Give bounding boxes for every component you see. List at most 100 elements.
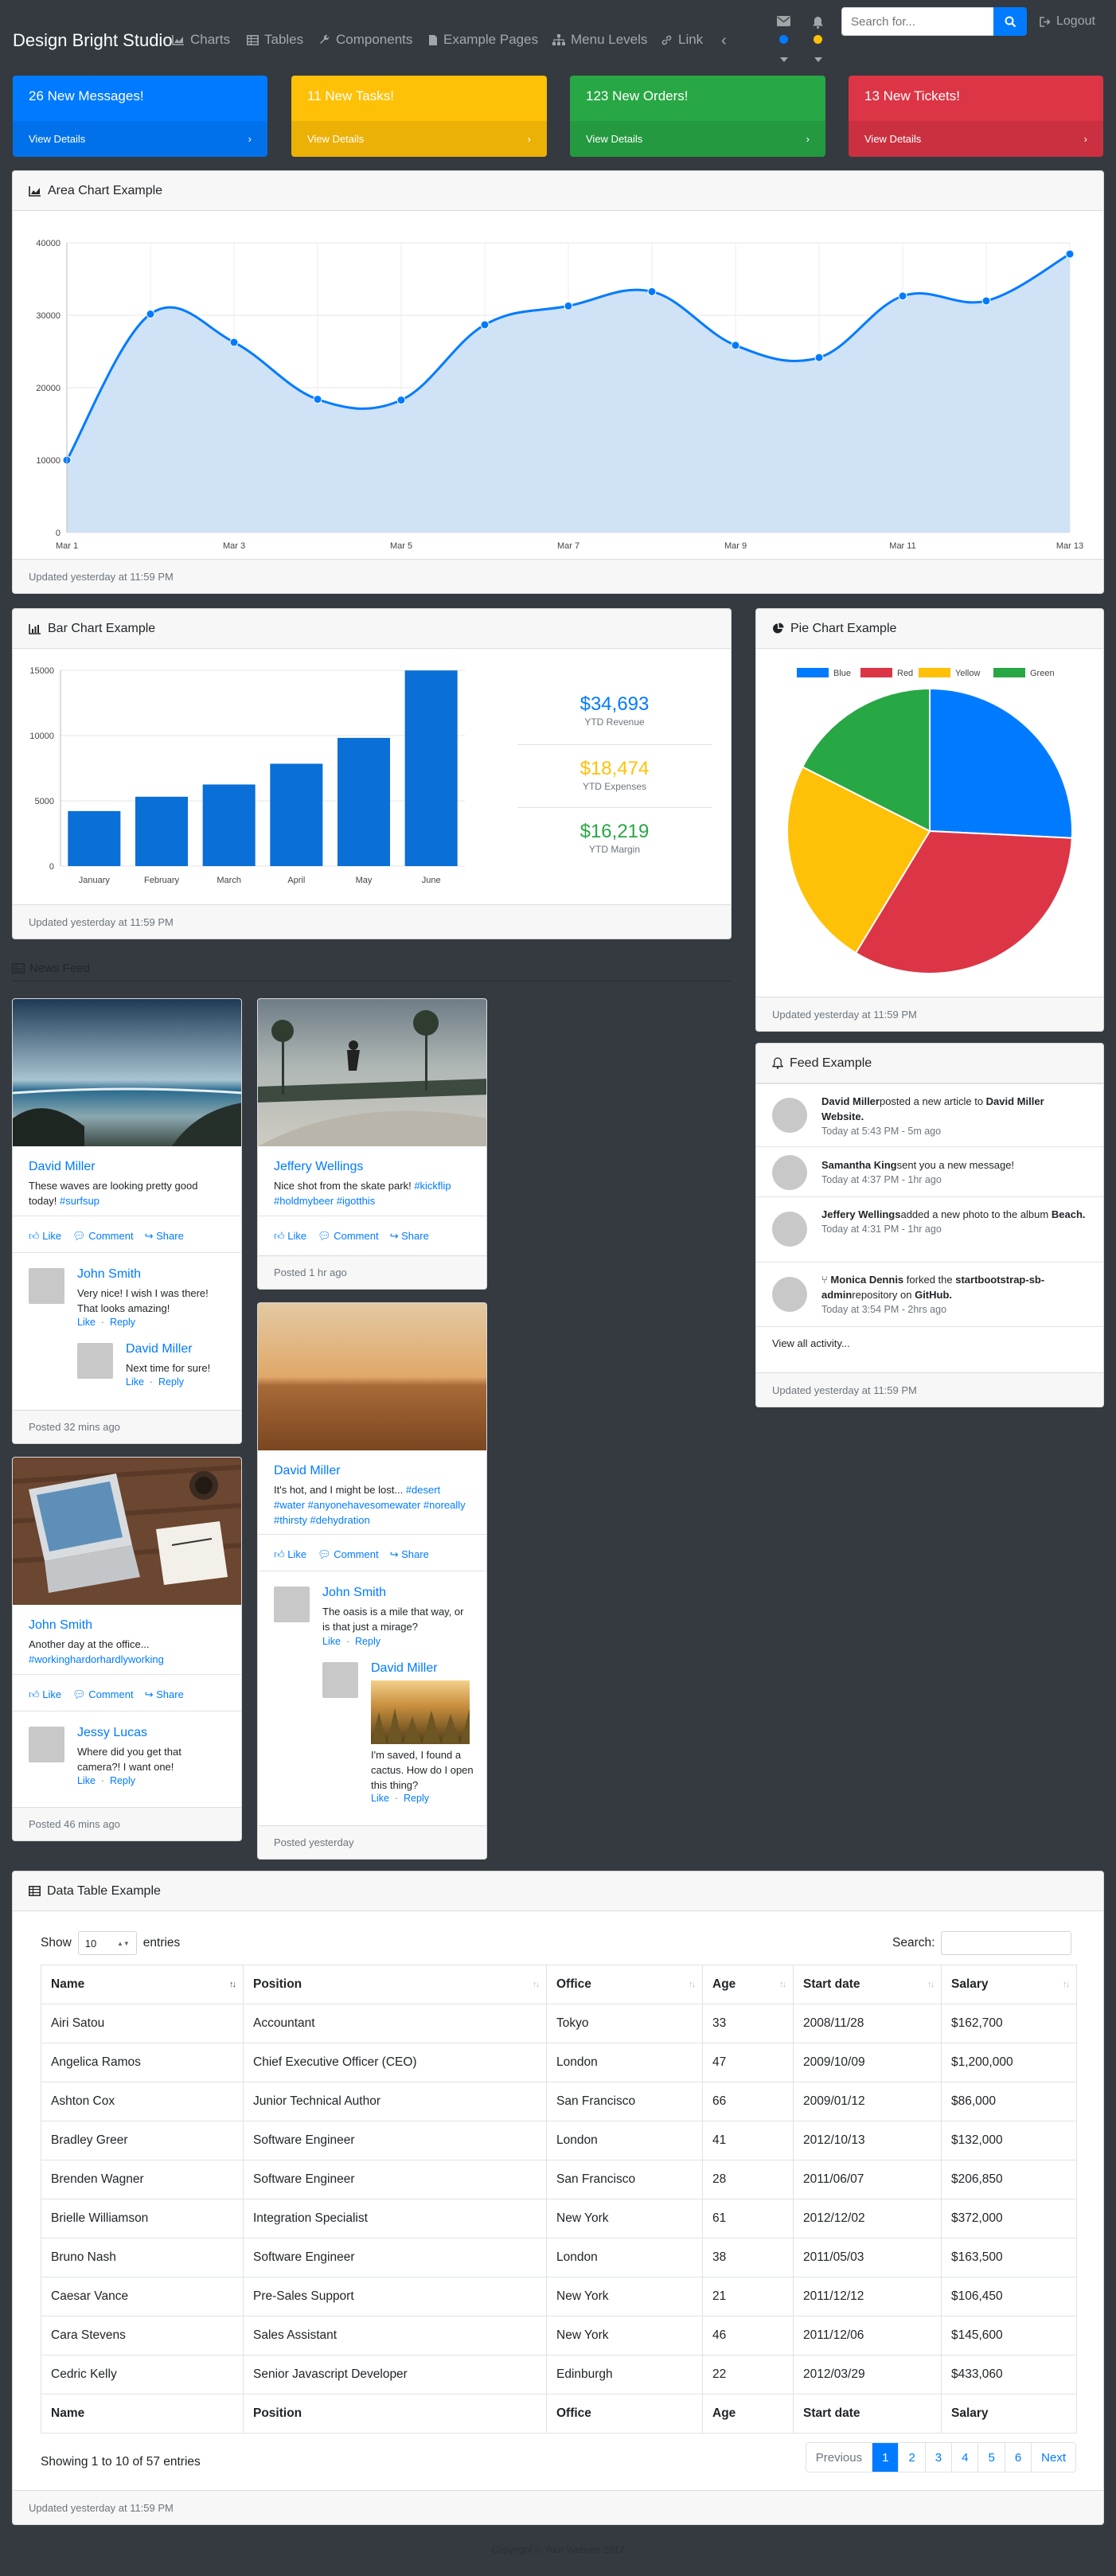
view-details-link[interactable]: View Details › <box>291 121 547 157</box>
pie-slice[interactable] <box>929 687 1073 839</box>
pagination-5[interactable]: 5 <box>977 2443 1004 2472</box>
pagination-4[interactable]: 4 <box>951 2443 977 2472</box>
navbar-brand[interactable]: Design Bright Studio <box>13 30 173 51</box>
nav-item-components[interactable]: Components <box>318 32 412 48</box>
data-point[interactable] <box>647 287 657 296</box>
feed-item[interactable]: Samantha Kingsent you a new message! Toda… <box>756 1146 1103 1196</box>
post-tags[interactable]: #workinghardorhardlyworking <box>29 1653 164 1665</box>
comment-author[interactable]: John Smith <box>322 1586 386 1600</box>
post-tags[interactable]: #surfsup <box>60 1195 100 1207</box>
pagination-next[interactable]: Next <box>1031 2443 1075 2472</box>
comment-button[interactable]: 💬︎ Comment <box>72 1688 134 1701</box>
like-link[interactable]: Like <box>371 1793 389 1804</box>
bar[interactable] <box>202 784 256 866</box>
sidebar-toggle-chevron-left-icon[interactable]: ‹ <box>721 32 727 50</box>
logout-link[interactable]: Logout <box>1040 14 1095 29</box>
pagination-previous[interactable]: Previous <box>806 2443 872 2472</box>
reply-link[interactable]: Reply <box>110 1317 135 1328</box>
like-button[interactable]: 👍︎ Like <box>29 1230 61 1243</box>
search-input[interactable] <box>841 7 994 36</box>
data-point[interactable] <box>480 320 490 330</box>
reply-link[interactable]: Reply <box>158 1376 184 1388</box>
post-author[interactable]: David Miller <box>29 1160 96 1174</box>
column-header-office[interactable]: Office ↑↓ <box>546 1965 703 2004</box>
like-link[interactable]: Like <box>322 1636 341 1647</box>
legend-swatch[interactable] <box>797 668 829 677</box>
length-select[interactable]: 10 ▲▼ <box>77 1931 137 1955</box>
data-point[interactable] <box>146 310 155 319</box>
share-button[interactable]: ↪ Share <box>390 1548 429 1561</box>
feed-item[interactable]: David Millerposted a new article to Davi… <box>756 1083 1103 1146</box>
like-link[interactable]: Like <box>126 1376 144 1388</box>
bar[interactable] <box>135 796 189 866</box>
column-header-age[interactable]: Age ↑↓ <box>702 1965 794 2004</box>
like-button[interactable]: 👍︎ Like <box>274 1230 306 1243</box>
view-all-activity-link[interactable]: View all activity... <box>756 1326 1103 1374</box>
comment-button[interactable]: 💬︎ Comment <box>318 1230 379 1243</box>
comment-author[interactable]: David Miller <box>371 1661 438 1676</box>
pagination-6[interactable]: 6 <box>1004 2443 1031 2472</box>
desert-photo[interactable] <box>258 1303 487 1450</box>
reply-link[interactable]: Reply <box>355 1636 380 1647</box>
like-button[interactable]: 👍︎ Like <box>274 1548 306 1561</box>
data-point[interactable] <box>898 291 907 301</box>
bar[interactable] <box>68 810 121 866</box>
nav-item-link[interactable]: Link <box>661 32 703 48</box>
table-search-input[interactable] <box>941 1931 1072 1955</box>
column-header-salary[interactable]: Salary ↑↓ <box>941 1965 1077 2004</box>
legend-swatch[interactable] <box>860 668 892 677</box>
data-point[interactable] <box>731 341 740 350</box>
share-button[interactable]: ↪ Share <box>145 1688 184 1701</box>
legend-swatch[interactable] <box>993 668 1025 677</box>
post-author[interactable]: Jeffery Wellings <box>274 1160 363 1174</box>
data-point[interactable] <box>981 296 991 306</box>
nav-item-menu-levels[interactable]: Menu Levels <box>552 32 647 48</box>
share-button[interactable]: ↪ Share <box>145 1230 184 1243</box>
bar[interactable] <box>404 670 458 866</box>
data-point[interactable] <box>396 396 406 405</box>
data-point[interactable] <box>564 301 573 310</box>
reply-link[interactable]: Reply <box>404 1793 429 1804</box>
beach-waves-photo[interactable] <box>13 999 242 1146</box>
nav-item-tables[interactable]: Tables <box>247 32 303 48</box>
like-link[interactable]: Like <box>77 1317 96 1328</box>
data-point[interactable] <box>313 395 322 404</box>
feed-item[interactable]: Jeffery Wellingsadded a new photo to the… <box>756 1196 1103 1262</box>
messages-dropdown[interactable] <box>777 16 791 68</box>
nav-item-example-pages[interactable]: Example Pages <box>428 32 538 48</box>
bar[interactable] <box>337 737 391 866</box>
comment-author[interactable]: Jessy Lucas <box>77 1726 147 1740</box>
view-details-link[interactable]: View Details › <box>570 121 825 157</box>
post-footer: Posted 32 mins ago <box>13 1410 241 1443</box>
comment-author[interactable]: John Smith <box>77 1267 141 1282</box>
like-button[interactable]: 👍︎ Like <box>29 1688 61 1701</box>
search-button[interactable] <box>993 7 1027 36</box>
legend-swatch[interactable] <box>919 668 950 677</box>
data-point[interactable] <box>229 338 239 347</box>
column-header-start-date[interactable]: Start date ↑↓ <box>793 1965 942 2004</box>
office-desk-photo[interactable] <box>13 1458 242 1605</box>
pagination-3[interactable]: 3 <box>924 2443 951 2472</box>
view-details-link[interactable]: View Details › <box>13 121 267 157</box>
post-author[interactable]: John Smith <box>29 1618 92 1633</box>
feed-item[interactable]: ⑂ Monica Dennis forked the startbootstra… <box>756 1262 1103 1326</box>
column-header-position[interactable]: Position ↑↓ <box>243 1965 547 2004</box>
view-details-link[interactable]: View Details › <box>849 121 1103 157</box>
pagination-1[interactable]: 1 <box>872 2443 899 2472</box>
skate-park-photo[interactable] <box>258 999 487 1146</box>
data-point[interactable] <box>814 353 824 362</box>
column-header-name[interactable]: Name ↑↓ <box>41 1965 244 2004</box>
data-point[interactable] <box>1065 249 1075 259</box>
reply-link[interactable]: Reply <box>110 1775 135 1786</box>
comment-button[interactable]: 💬︎ Comment <box>72 1230 134 1243</box>
post-author[interactable]: David Miller <box>274 1464 341 1478</box>
like-link[interactable]: Like <box>77 1775 96 1786</box>
bar[interactable] <box>270 763 323 866</box>
alerts-dropdown[interactable] <box>811 16 825 68</box>
comment-author[interactable]: David Miller <box>126 1342 193 1356</box>
nav-item-charts[interactable]: Charts <box>172 32 230 48</box>
pagination-2[interactable]: 2 <box>898 2443 924 2472</box>
comment-button[interactable]: 💬︎ Comment <box>318 1548 379 1561</box>
cactus-photo[interactable] <box>371 1680 470 1744</box>
share-button[interactable]: ↪ Share <box>390 1230 429 1243</box>
